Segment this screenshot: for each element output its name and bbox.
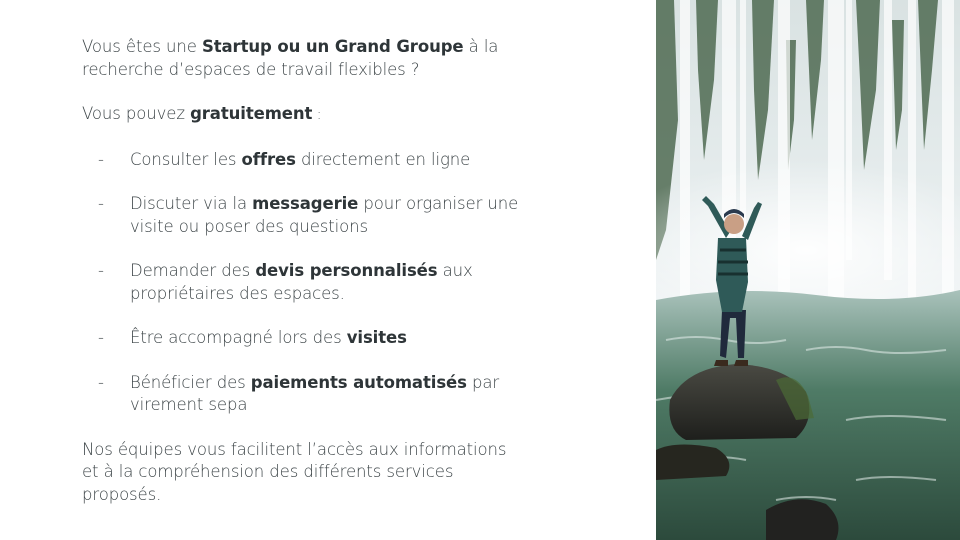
- bullet-dash: -: [98, 149, 104, 169]
- list-item: - Consulter les offres directement en lig…: [82, 149, 522, 172]
- bullet-dash: -: [98, 372, 104, 392]
- lead-emphasis: gratuitement: [190, 104, 313, 123]
- intro-text: Vous êtes une: [82, 37, 202, 56]
- rock: [656, 444, 730, 480]
- lead-paragraph: Vous pouvez gratuitement :: [82, 103, 522, 127]
- bullet-emphasis: offres: [241, 149, 296, 169]
- bullet-dash: -: [98, 194, 104, 213]
- bullet-dash: -: [98, 328, 104, 347]
- closing-paragraph: Nos équipes vous facilitent l’accès aux …: [82, 439, 507, 504]
- list-item: - Être accompagné lors des visites: [82, 327, 522, 350]
- intro-paragraph: Vous êtes une Startup ou un Grand Groupe…: [82, 36, 522, 81]
- lead-colon: :: [312, 107, 322, 123]
- list-item: - Discuter via la messagerie pour organis…: [82, 193, 522, 238]
- text-content: Vous êtes une Startup ou un Grand Groupe…: [82, 36, 522, 506]
- photo-illustration: [656, 0, 960, 540]
- bullet-dash: -: [98, 261, 104, 280]
- intro-emphasis: Startup ou un Grand Groupe: [201, 37, 464, 56]
- bullet-text: Demander des: [130, 261, 256, 280]
- waterfall-person-photo: [656, 0, 960, 540]
- slide: Vous êtes une Startup ou un Grand Groupe…: [0, 0, 960, 540]
- bullet-emphasis: devis personnalisés: [255, 261, 438, 280]
- bullet-text: Consulter les: [130, 149, 242, 169]
- bullet-emphasis: messagerie: [252, 194, 359, 213]
- bullet-text: Discuter via la: [130, 194, 253, 213]
- bullet-text: Être accompagné lors des: [130, 328, 347, 347]
- list-item: - Demander des devis personnalisés aux pr…: [82, 260, 522, 305]
- bullet-text-end: directement en ligne: [295, 149, 471, 169]
- bullet-emphasis: visites: [346, 328, 407, 347]
- bullet-text: Bénéficier des: [130, 372, 251, 392]
- bullet-emphasis: paiements automatisés: [250, 372, 467, 392]
- list-item: - Bénéficier des paiements automatisés pa…: [82, 372, 522, 417]
- lead-text: Vous pouvez: [82, 104, 191, 123]
